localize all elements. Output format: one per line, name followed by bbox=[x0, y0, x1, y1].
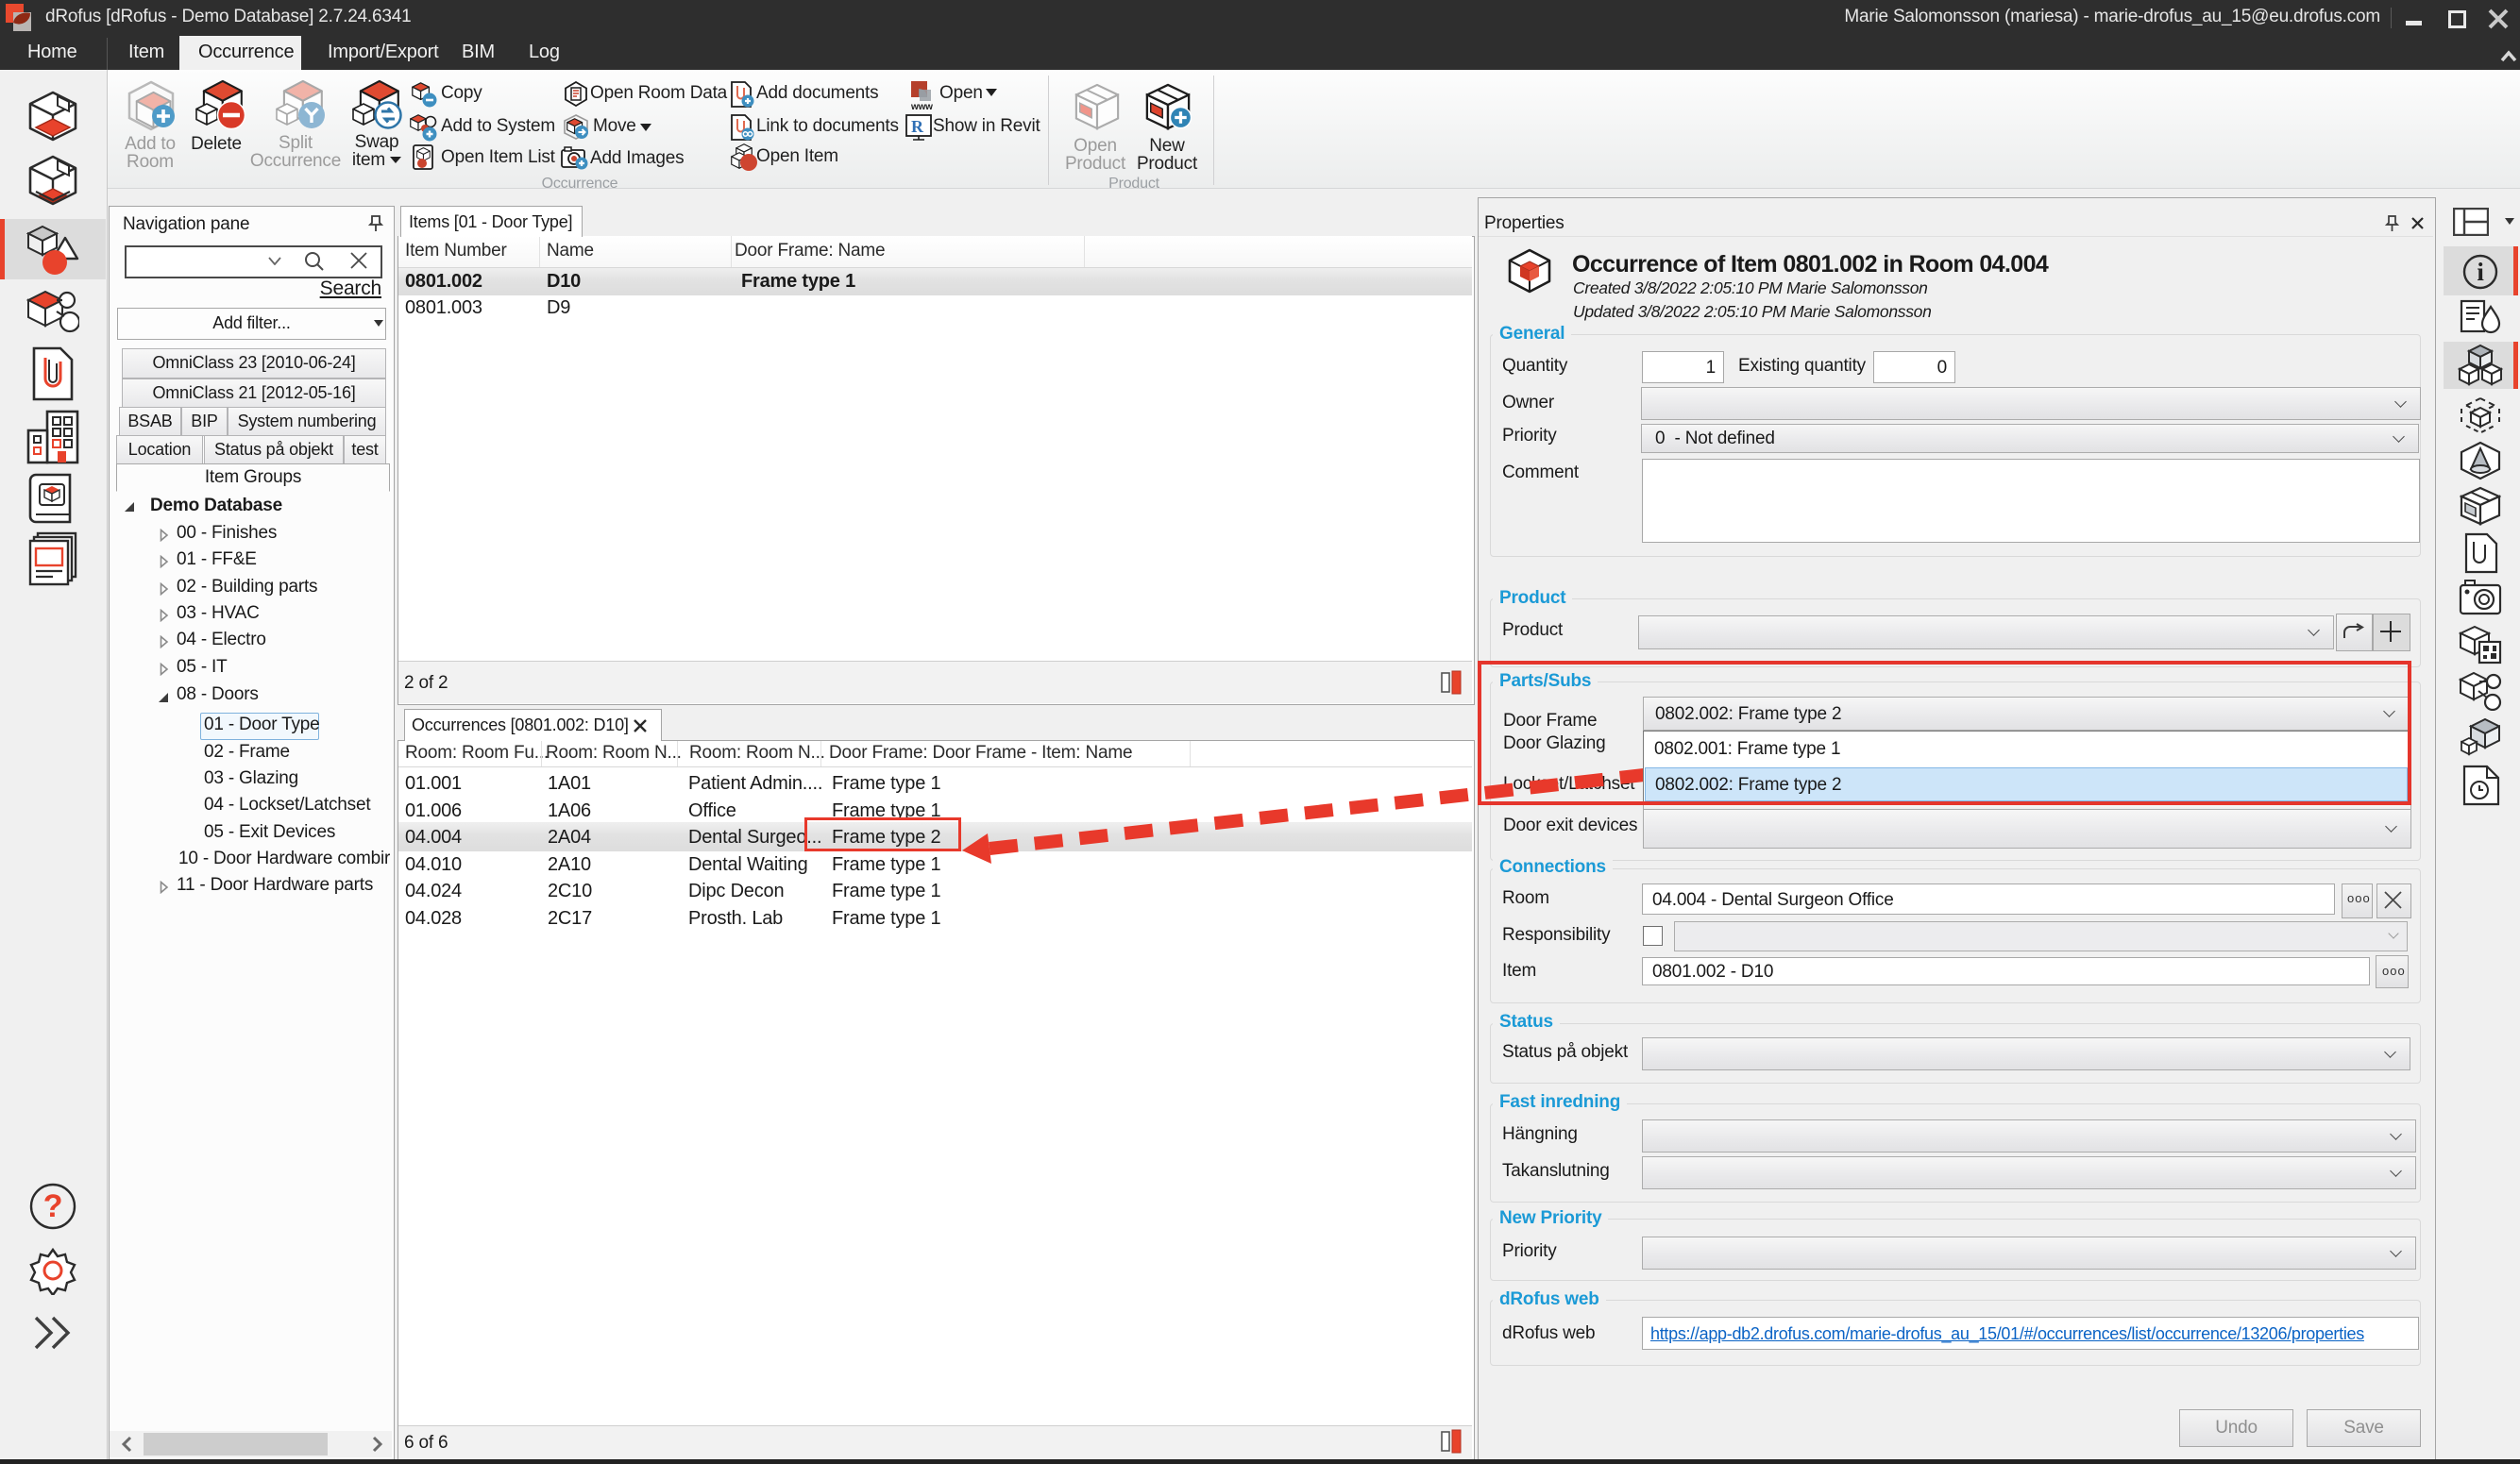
svg-text:www: www bbox=[910, 102, 933, 110]
svg-text:R: R bbox=[911, 117, 924, 136]
svg-text:i: i bbox=[2477, 258, 2484, 286]
svg-text:?: ? bbox=[43, 1188, 63, 1224]
